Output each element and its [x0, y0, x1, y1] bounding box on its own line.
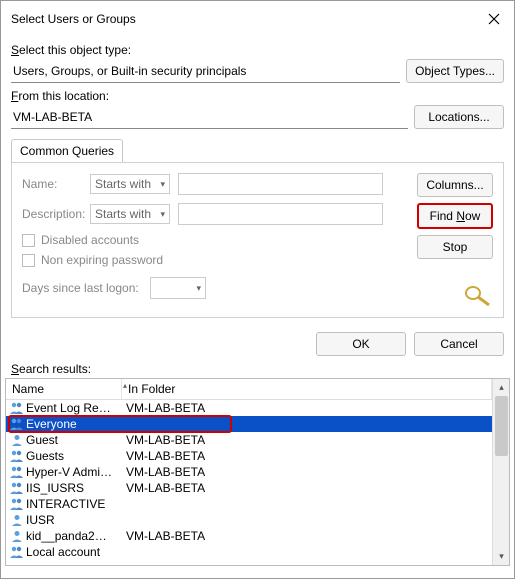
window-title: Select Users or Groups: [11, 12, 136, 26]
table-row[interactable]: GuestsVM-LAB-BETA: [6, 448, 492, 464]
scroll-up-icon[interactable]: ▴: [493, 379, 510, 396]
user-icon: [8, 513, 26, 527]
table-row[interactable]: GuestVM-LAB-BETA: [6, 432, 492, 448]
close-button[interactable]: [484, 9, 504, 29]
close-icon: [488, 13, 500, 25]
table-row[interactable]: Event Log Re…VM-LAB-BETA: [6, 400, 492, 416]
row-name: Local account: [26, 545, 122, 559]
location-field[interactable]: [11, 106, 408, 129]
scrollbar[interactable]: ▴ ▾: [492, 379, 509, 565]
table-row[interactable]: IIS_IUSRSVM-LAB-BETA: [6, 480, 492, 496]
table-row[interactable]: Local account: [6, 544, 492, 560]
disabled-accounts-checkbox[interactable]: Disabled accounts: [22, 233, 383, 247]
table-row[interactable]: kid__panda2…VM-LAB-BETA: [6, 528, 492, 544]
columns-button[interactable]: Columns...: [417, 173, 493, 197]
locations-button[interactable]: Locations...: [414, 105, 504, 129]
search-results-label: Search results:: [1, 362, 514, 378]
row-name: Guests: [26, 449, 122, 463]
row-folder: VM-LAB-BETA: [122, 465, 490, 479]
row-folder: VM-LAB-BETA: [122, 401, 490, 415]
chevron-down-icon: ▾: [196, 283, 201, 294]
name-filter-label: Name:: [22, 177, 82, 191]
titlebar: Select Users or Groups: [1, 1, 514, 33]
find-now-button[interactable]: Find Now: [417, 203, 493, 229]
object-type-label: Select this object type:: [11, 43, 504, 57]
days-since-logon-label: Days since last logon:: [22, 281, 142, 295]
chevron-down-icon: ▾: [160, 209, 165, 220]
row-folder: VM-LAB-BETA: [122, 449, 490, 463]
cancel-button[interactable]: Cancel: [414, 332, 504, 356]
row-folder: VM-LAB-BETA: [122, 433, 490, 447]
column-name[interactable]: Name▴: [6, 379, 122, 399]
results-header: Name▴ In Folder: [6, 379, 492, 400]
group-icon: [8, 481, 26, 495]
table-row[interactable]: IUSR: [6, 512, 492, 528]
user-icon: [8, 433, 26, 447]
group-icon: [8, 449, 26, 463]
days-since-logon-select[interactable]: ▾: [150, 277, 206, 299]
scroll-thumb[interactable]: [495, 396, 508, 456]
non-expiring-checkbox[interactable]: Non expiring password: [22, 253, 383, 267]
name-filter-input[interactable]: [178, 173, 383, 195]
object-types-button[interactable]: Object Types...: [406, 59, 504, 83]
row-name: Hyper-V Admi…: [26, 465, 122, 479]
row-folder: VM-LAB-BETA: [122, 481, 490, 495]
group-icon: [8, 497, 26, 511]
row-name: Guest: [26, 433, 122, 447]
row-name: IIS_IUSRS: [26, 481, 122, 495]
name-match-select[interactable]: Starts with▾: [90, 174, 170, 194]
location-label: From this location:: [11, 89, 504, 103]
desc-match-select[interactable]: Starts with▾: [90, 204, 170, 224]
row-name: IUSR: [26, 513, 122, 527]
column-in-folder[interactable]: In Folder: [122, 379, 492, 399]
object-type-field[interactable]: [11, 60, 400, 83]
ok-button[interactable]: OK: [316, 332, 406, 356]
results-list: Name▴ In Folder Event Log Re…VM-LAB-BETA…: [5, 378, 510, 566]
common-queries-pane: Name: Starts with▾ Description: Starts w…: [11, 162, 504, 318]
desc-filter-label: Description:: [22, 207, 82, 221]
search-icon: [461, 285, 493, 307]
group-icon: [8, 417, 26, 431]
row-name: Everyone: [26, 417, 122, 431]
checkbox-icon: [22, 254, 35, 267]
chevron-down-icon: ▾: [160, 179, 165, 190]
group-icon: [8, 545, 26, 559]
user-icon: [8, 529, 26, 543]
row-name: INTERACTIVE: [26, 497, 122, 511]
desc-filter-input[interactable]: [178, 203, 383, 225]
row-name: kid__panda2…: [26, 529, 122, 543]
group-icon: [8, 401, 26, 415]
tab-common-queries[interactable]: Common Queries: [11, 139, 123, 162]
row-name: Event Log Re…: [26, 401, 122, 415]
row-folder: VM-LAB-BETA: [122, 529, 490, 543]
table-row[interactable]: Hyper-V Admi…VM-LAB-BETA: [6, 464, 492, 480]
checkbox-icon: [22, 234, 35, 247]
table-row[interactable]: INTERACTIVE: [6, 496, 492, 512]
stop-button[interactable]: Stop: [417, 235, 493, 259]
scroll-down-icon[interactable]: ▾: [493, 548, 510, 565]
group-icon: [8, 465, 26, 479]
table-row[interactable]: Everyone: [6, 416, 492, 432]
